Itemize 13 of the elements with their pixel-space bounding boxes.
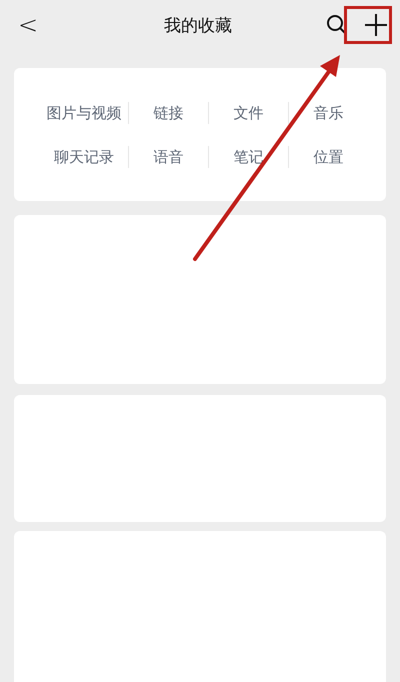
category-link[interactable]: 聊天记录 bbox=[40, 146, 128, 168]
category-link[interactable]: 笔记 bbox=[208, 146, 288, 168]
category-link[interactable]: 链接 bbox=[128, 102, 208, 124]
highlight-frame bbox=[344, 6, 392, 44]
category-link[interactable]: 音乐 bbox=[288, 102, 368, 124]
category-link[interactable]: 位置 bbox=[288, 146, 368, 168]
category-link[interactable]: 图片与视频 bbox=[40, 102, 128, 124]
category-link[interactable]: 文件 bbox=[208, 102, 288, 124]
favorite-card[interactable] bbox=[14, 215, 386, 384]
category-link[interactable]: 语音 bbox=[128, 146, 208, 168]
plus-icon bbox=[364, 13, 388, 37]
back-button[interactable]: < bbox=[12, 11, 44, 39]
page-title: 我的收藏 bbox=[163, 14, 234, 36]
